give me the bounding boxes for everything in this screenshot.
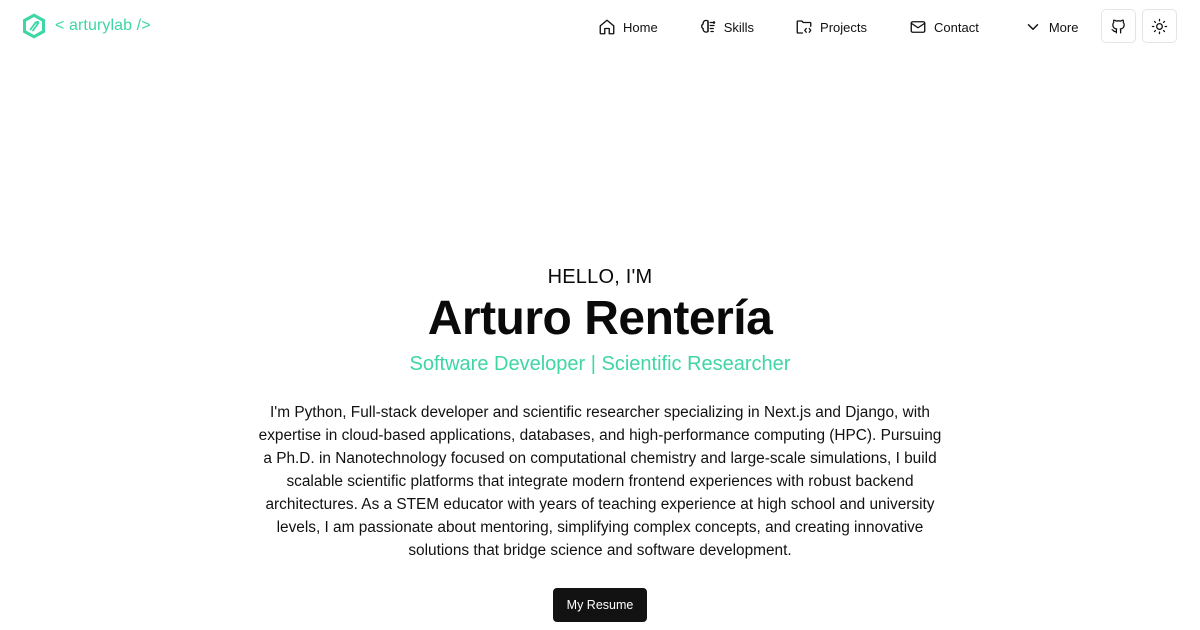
nav-item-projects[interactable]: Projects: [795, 15, 867, 39]
hero-bio: I'm Python, Full-stack developer and sci…: [258, 404, 942, 559]
github-button[interactable]: [1101, 9, 1136, 43]
hexagon-logo-icon: [23, 13, 45, 39]
brand-link[interactable]: < arturylab />: [21, 12, 151, 40]
hero-name: Arturo Rentería: [427, 292, 773, 345]
chevron-down-icon: [1027, 24, 1039, 30]
nav-item-label: Home: [623, 19, 658, 35]
nav-item-skills[interactable]: Skills: [699, 15, 754, 39]
navbar: < arturylab /> Home Skills Projects Cont…: [0, 0, 1200, 54]
nav-item-label: Contact: [934, 19, 979, 35]
nav-item-home[interactable]: Home: [598, 15, 658, 39]
resume-button[interactable]: My Resume: [552, 588, 648, 622]
hero-greeting: HELLO, I'M: [547, 266, 653, 288]
nav-item-more[interactable]: More: [1024, 15, 1079, 39]
github-icon: [1111, 19, 1125, 34]
folder-code-icon: [796, 20, 812, 34]
nav-item-contact[interactable]: Contact: [909, 15, 979, 39]
hero-role: Software Developer | Scientific Research…: [409, 353, 791, 375]
sun-icon: [1151, 18, 1168, 34]
hero-section: HELLO, I'M Arturo Rentería Software Deve…: [0, 262, 1200, 622]
home-icon: [599, 19, 615, 35]
theme-toggle-button[interactable]: [1142, 9, 1177, 43]
nav-item-label: Skills: [723, 19, 755, 35]
brain-icon: [700, 19, 715, 33]
nav-item-label: More: [1048, 19, 1079, 35]
mail-icon: [910, 21, 926, 33]
brand-text: < arturylab />: [55, 17, 151, 34]
nav-item-label: Projects: [820, 19, 867, 35]
main-nav: Home Skills Projects Contact More: [598, 15, 1078, 39]
